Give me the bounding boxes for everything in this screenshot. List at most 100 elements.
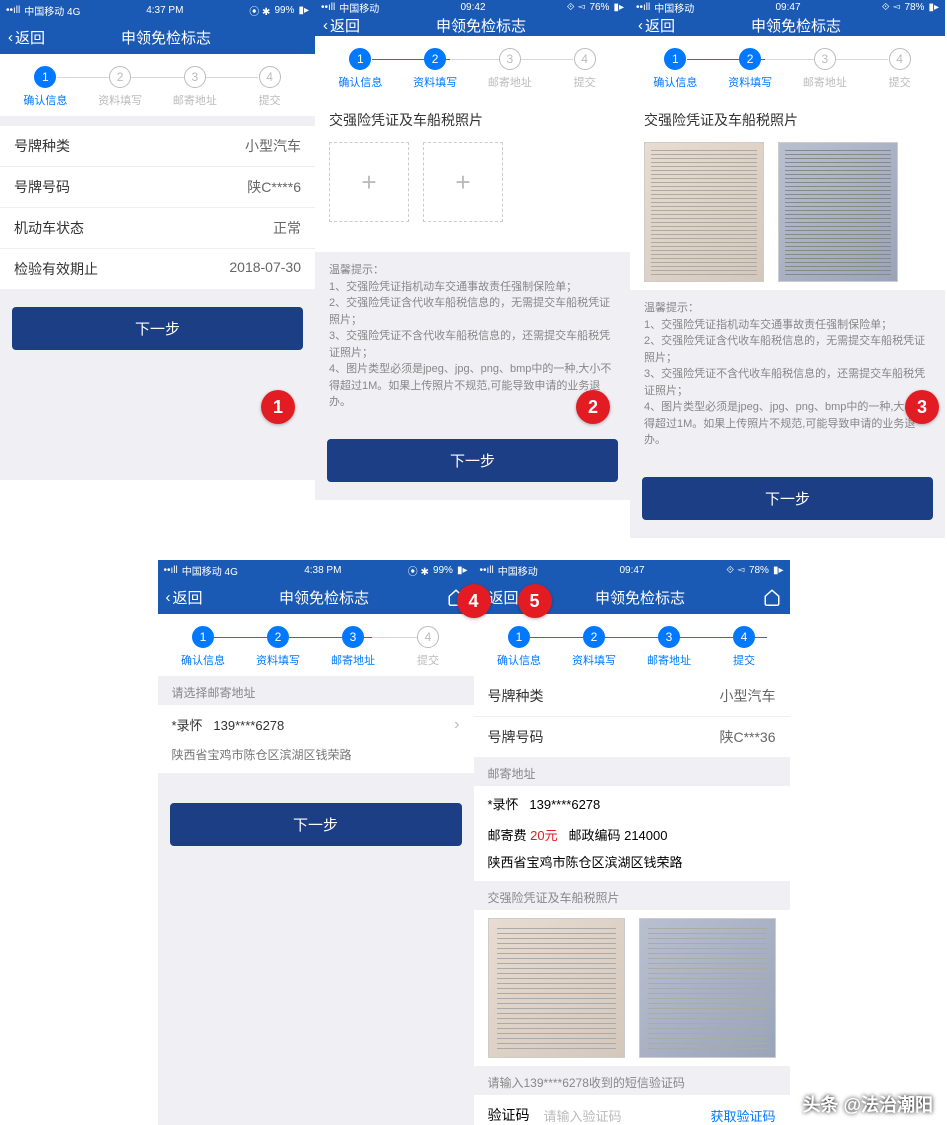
uploaded-photo[interactable] xyxy=(644,142,764,282)
step-num: 2 xyxy=(424,48,446,70)
photo-thumb[interactable] xyxy=(488,918,625,1058)
status-time: 09:47 xyxy=(775,2,800,13)
label: 检验有效期止 xyxy=(14,259,98,279)
nav-right xyxy=(917,16,937,36)
photo-section-label: 交强险凭证及车船税照片 xyxy=(474,881,790,910)
select-address-hint: 请选择邮寄地址 xyxy=(158,676,474,705)
step-3[interactable]: 3邮寄地址 xyxy=(316,626,391,668)
upload-slot[interactable]: + xyxy=(423,142,503,222)
step-4[interactable]: 4提交 xyxy=(707,626,782,668)
top-row: ••ıll中国移动 4G 4:37 PM ⦿ ✱99%▮▸ ‹返回 申领免检标志… xyxy=(0,0,947,480)
step-num: 3 xyxy=(184,66,206,88)
step-1[interactable]: 1确认信息 xyxy=(166,626,241,668)
step-num: 1 xyxy=(508,626,530,648)
info-list: 号牌种类小型汽车 号牌号码陕C***36 xyxy=(474,676,790,757)
step-3[interactable]: 3邮寄地址 xyxy=(473,48,548,90)
next-button[interactable]: 下一步 xyxy=(642,477,933,520)
content: 号牌种类小型汽车 号牌号码陕C****6 机动车状态正常 检验有效期止2018-… xyxy=(0,116,315,480)
content: 请选择邮寄地址 *录怀 139****6278 › 陕西省宝鸡市陈仓区滨湖区钱荣… xyxy=(158,676,474,1125)
carrier: 中国移动 xyxy=(498,563,538,578)
step-num: 3 xyxy=(658,626,680,648)
next-button[interactable]: 下一步 xyxy=(12,307,303,350)
get-code-button[interactable]: 获取验证码 xyxy=(710,1106,775,1125)
upload-slot[interactable]: + xyxy=(329,142,409,222)
step-3[interactable]: 3邮寄地址 xyxy=(158,66,233,108)
signal-icon: ••ıll xyxy=(321,2,335,13)
step-2[interactable]: 2资料填写 xyxy=(557,626,632,668)
address-item[interactable]: *录怀 139****6278 › xyxy=(158,705,474,744)
next-button[interactable]: 下一步 xyxy=(170,803,462,846)
step-num: 4 xyxy=(889,48,911,70)
page-title: 申领免检标志 xyxy=(279,587,369,608)
code-input[interactable]: 请输入验证码 xyxy=(530,1106,711,1125)
list-item: 号牌种类小型汽车 xyxy=(0,126,315,167)
plus-icon: + xyxy=(361,167,376,198)
annotation-badge-4: 4 xyxy=(457,584,491,618)
battery-icon: ▮▸ xyxy=(928,2,939,13)
statusbar: ••ıll中国移动 4G 4:38 PM ⦿ ✱99%▮▸ xyxy=(158,560,474,580)
receiver-name: *录怀 xyxy=(172,718,203,733)
home-button[interactable] xyxy=(762,587,782,607)
screen-2: ••ıll中国移动 09:42 ⟐ ◅76%▮▸ ‹返回 申领免检标志 1确认信… xyxy=(315,0,630,480)
content: 号牌种类小型汽车 号牌号码陕C***36 邮寄地址 *录怀 139****627… xyxy=(474,676,790,1125)
status-time: 09:47 xyxy=(619,565,644,576)
battery-icon: ▮▸ xyxy=(457,565,468,576)
back-button[interactable]: ‹返回 xyxy=(323,15,360,36)
content: 交强险凭证及车船税照片 + + 温馨提示： 1、交强险凭证指机动车交通事故责任强… xyxy=(315,98,630,500)
step-3[interactable]: 3邮寄地址 xyxy=(788,48,863,90)
info-list: 号牌种类小型汽车 号牌号码陕C****6 机动车状态正常 检验有效期止2018-… xyxy=(0,126,315,289)
carrier: 中国移动 xyxy=(339,0,379,15)
chevron-left-icon: ‹ xyxy=(8,29,13,46)
page-title: 申领免检标志 xyxy=(595,587,685,608)
stepper: 1确认信息 2资料填写 3 邮寄地址 4提交 xyxy=(474,614,790,676)
step-4[interactable]: 4提交 xyxy=(391,626,466,668)
step-4[interactable]: 4提交 xyxy=(547,48,622,90)
step-label: 邮寄地址 xyxy=(803,74,847,90)
step-1[interactable]: 1确认信息 xyxy=(323,48,398,90)
hint-line: 4、图片类型必须是jpeg、jpg、png、bmp中的一种,大小不得超过1M。如… xyxy=(644,399,931,449)
step-label: 资料填写 xyxy=(572,652,616,668)
annotation-badge-5: 5 xyxy=(518,584,552,618)
step-4[interactable]: 4提交 xyxy=(232,66,307,108)
next-button[interactable]: 下一步 xyxy=(327,439,618,482)
back-button[interactable]: ‹返回 xyxy=(638,15,675,36)
uploaded-photo[interactable] xyxy=(778,142,898,282)
label: 号牌号码 xyxy=(488,727,544,747)
step-num: 2 xyxy=(739,48,761,70)
step-label: 确认信息 xyxy=(23,92,67,108)
list-item: 号牌种类小型汽车 xyxy=(474,676,790,717)
hint-line: 2、交强险凭证含代收车船税信息的，无需提交车船税凭证照片； xyxy=(329,295,616,328)
step-num: 2 xyxy=(267,626,289,648)
carrier: 中国移动 4G xyxy=(182,563,238,578)
section-title: 交强险凭证及车船税照片 xyxy=(630,98,945,138)
status-time: 4:37 PM xyxy=(146,5,183,16)
step-num: 1 xyxy=(192,626,214,648)
step-label: 邮寄地址 xyxy=(647,652,691,668)
step-label: 邮寄地址 xyxy=(331,652,375,668)
step-1[interactable]: 1确认信息 xyxy=(8,66,83,108)
step-4[interactable]: 4提交 xyxy=(862,48,937,90)
back-button[interactable]: ‹返回 xyxy=(166,587,203,608)
step-3[interactable]: 3 邮寄地址 xyxy=(632,626,707,668)
step-1[interactable]: 1确认信息 xyxy=(482,626,557,668)
step-label: 资料填写 xyxy=(413,74,457,90)
battery: 99% xyxy=(274,5,294,16)
mail-address: 陕西省宝鸡市陈仓区滨湖区钱荣路 xyxy=(474,848,790,881)
step-1[interactable]: 1确认信息 xyxy=(638,48,713,90)
list-item: 号牌号码陕C****6 xyxy=(0,167,315,208)
annotation-badge-1: 1 xyxy=(261,390,295,424)
step-2[interactable]: 2资料填写 xyxy=(241,626,316,668)
photo-thumb[interactable] xyxy=(639,918,776,1058)
step-2[interactable]: 2资料填写 xyxy=(83,66,158,108)
content: 交强险凭证及车船税照片 温馨提示： 1、交强险凭证指机动车交通事故责任强制保险单… xyxy=(630,98,945,538)
step-num: 4 xyxy=(733,626,755,648)
address-detail: 陕西省宝鸡市陈仓区滨湖区钱荣路 xyxy=(158,744,474,773)
label: 号牌种类 xyxy=(14,136,70,156)
bt-icon: ⦿ ✱ xyxy=(249,3,270,18)
step-2[interactable]: 2资料填写 xyxy=(713,48,788,90)
back-button[interactable]: ‹返回 xyxy=(8,27,45,48)
list-item: 号牌号码陕C***36 xyxy=(474,717,790,757)
chevron-right-icon: › xyxy=(454,716,459,734)
step-2[interactable]: 2 资料填写 xyxy=(398,48,473,90)
page-title: 申领免检标志 xyxy=(751,15,841,36)
